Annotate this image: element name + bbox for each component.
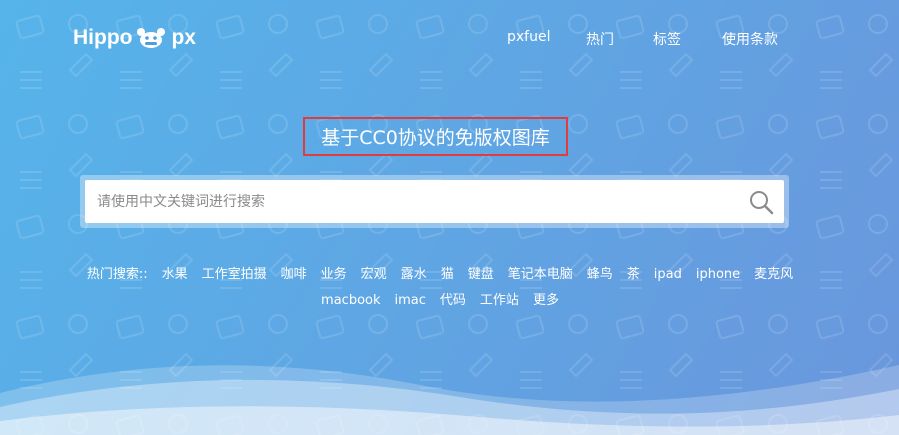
nav-item-popular[interactable]: 热门	[586, 29, 614, 49]
hot-tag[interactable]: 键盘	[468, 262, 494, 288]
hot-tag[interactable]: 猫	[441, 262, 454, 288]
hot-tag[interactable]: 更多	[533, 288, 559, 314]
hot-tag[interactable]: imac	[395, 288, 426, 314]
hot-searches-label: 热门搜索::	[86, 267, 148, 282]
hot-tag[interactable]: 麦克风	[754, 262, 793, 288]
hot-tag[interactable]: 茶	[627, 262, 640, 288]
hot-tag[interactable]: 宏观	[361, 262, 387, 288]
hot-tag[interactable]: macbook	[321, 288, 380, 314]
hot-tag[interactable]: 笔记本电脑	[508, 262, 573, 288]
search-box	[80, 175, 789, 228]
nav-item-terms[interactable]: 使用条款	[722, 29, 778, 49]
decorative-waves	[0, 365, 899, 435]
hot-tag[interactable]: 业务	[321, 262, 347, 288]
hot-tag[interactable]: 蜂鸟	[587, 262, 613, 288]
hero-headline-text: 基于CC0协议的免版权图库	[321, 127, 550, 149]
search-input[interactable]	[85, 180, 725, 223]
hot-searches: 热门搜索:: 水果 工作室拍摄 咖啡 业务 宏观 露水猫键盘 笔记本电脑 蜂鸟茶 ipad ipho…	[60, 262, 820, 314]
hot-tag[interactable]: 咖啡	[281, 262, 307, 288]
header: Hippo px pxfuel 热门 标签 使用条款	[0, 0, 899, 76]
hot-tag[interactable]: ipad	[654, 262, 682, 288]
nav-item-pxfuel[interactable]: pxfuel	[507, 29, 550, 45]
nav-item-tags[interactable]: 标签	[653, 29, 681, 49]
hot-tag[interactable]: 工作站	[480, 288, 519, 314]
hot-tag[interactable]: iphone	[696, 262, 740, 288]
hero-headline: 基于CC0协议的免版权图库	[303, 117, 568, 156]
top-nav: pxfuel 热门 标签 使用条款	[0, 29, 899, 49]
hot-tag[interactable]: 代码	[440, 288, 466, 314]
magnifier-icon[interactable]	[748, 189, 774, 215]
search-inner	[85, 180, 784, 223]
hot-tag[interactable]: 露水	[401, 262, 427, 288]
hot-tag[interactable]: 水果	[162, 262, 188, 288]
hot-tag[interactable]: 工作室拍摄	[202, 262, 267, 288]
